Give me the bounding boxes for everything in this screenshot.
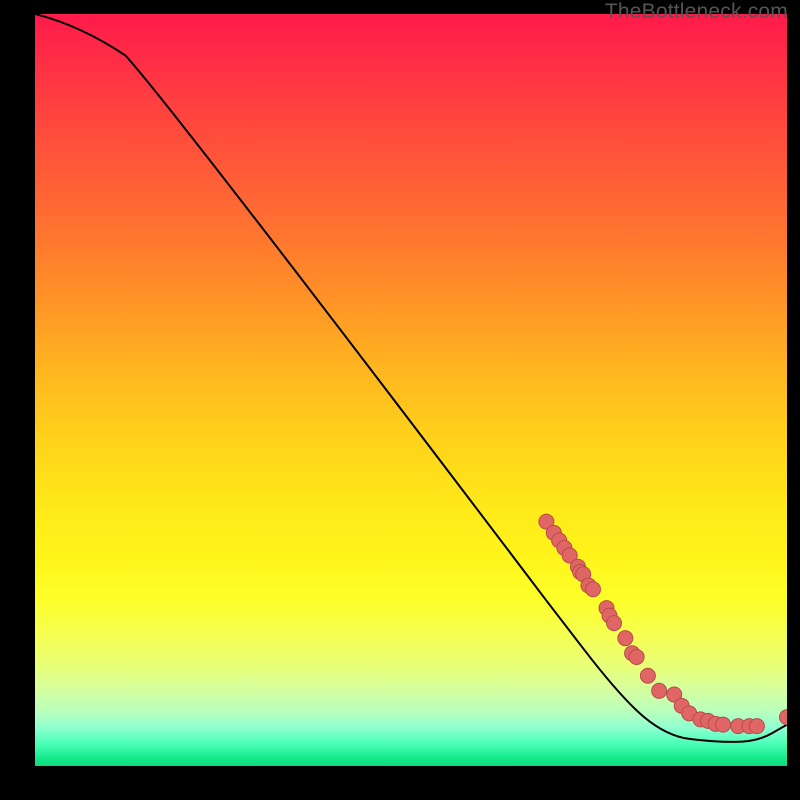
chart-svg xyxy=(35,14,787,766)
plot-area xyxy=(35,14,787,766)
chart-stage: TheBottleneck.com xyxy=(0,0,800,800)
data-point xyxy=(585,582,600,597)
data-point xyxy=(618,631,633,646)
data-point xyxy=(629,649,644,664)
data-point xyxy=(716,717,731,732)
data-point xyxy=(652,683,667,698)
curve-line xyxy=(35,14,787,742)
data-point xyxy=(780,710,788,725)
data-point xyxy=(640,668,655,683)
data-point xyxy=(607,616,622,631)
data-point xyxy=(749,719,764,734)
